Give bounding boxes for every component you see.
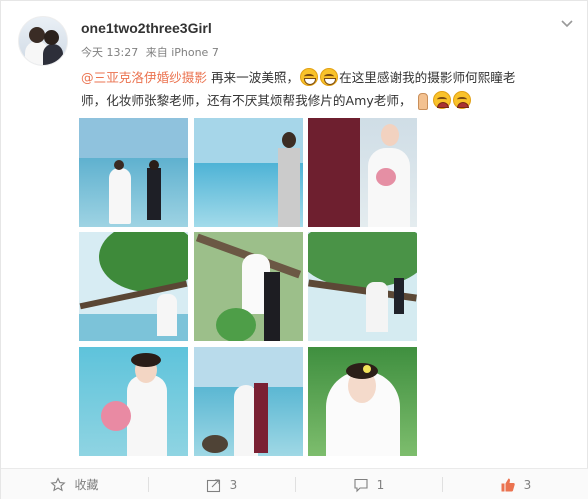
favorite-button[interactable]: 收藏 xyxy=(1,469,148,499)
tearful-face-emoji-icon xyxy=(432,91,451,109)
post-text-segment-2: 在这里感谢我的摄影师何熙瞳老 xyxy=(339,70,516,85)
post-time[interactable]: 今天 13:27 xyxy=(81,46,138,59)
wedding-photo-bride-portrait[interactable] xyxy=(308,347,417,456)
username-link[interactable]: one1two2three3Girl xyxy=(81,20,212,36)
thumbs-up-icon xyxy=(501,478,515,491)
favorite-label: 收藏 xyxy=(74,478,99,492)
mention-link[interactable]: @三亚克洛伊婚纱摄影 xyxy=(81,70,207,85)
share-button[interactable]: 3 xyxy=(148,469,295,499)
post-text-segment-1: 再来一波美照， xyxy=(206,70,300,85)
tearful-face-emoji-icon xyxy=(452,91,471,109)
praying-hands-emoji-icon xyxy=(413,91,431,110)
post-meta: 今天 13:27 来自 iPhone 7 xyxy=(81,44,223,60)
grinning-face-emoji-icon xyxy=(320,68,339,86)
wedding-photo-tree-couple[interactable] xyxy=(79,232,188,341)
like-button[interactable]: 3 xyxy=(442,469,588,499)
photo-grid xyxy=(79,118,418,456)
share-count: 3 xyxy=(229,477,238,492)
post-source: 来自 iPhone 7 xyxy=(145,46,219,59)
post-text: @三亚克洛伊婚纱摄影 再来一波美照， 在这里感谢我的摄影师何熙瞳老 师，化妆师张黎… xyxy=(81,66,576,112)
comment-count: 1 xyxy=(376,477,385,492)
star-icon xyxy=(50,476,67,491)
share-icon xyxy=(206,478,220,492)
wedding-photo-groom-seaside[interactable] xyxy=(194,118,303,227)
comment-icon xyxy=(354,478,368,492)
grinning-face-emoji-icon xyxy=(300,68,319,86)
wedding-photo-seaside-embrace[interactable] xyxy=(194,347,303,456)
wedding-photo-beach-couple[interactable] xyxy=(79,118,188,227)
chevron-down-icon[interactable] xyxy=(559,15,575,31)
post-text-segment-3: 师，化妆师张黎老师，还有不厌其烦帮我修片的Amy老师， xyxy=(81,93,412,108)
wedding-photo-tree-kiss[interactable] xyxy=(194,232,303,341)
weibo-post-card: one1two2three3Girl 今天 13:27 来自 iPhone 7 … xyxy=(0,0,588,499)
comment-button[interactable]: 1 xyxy=(295,469,442,499)
like-count: 3 xyxy=(523,477,532,492)
wedding-photo-tree-climb[interactable] xyxy=(308,232,417,341)
avatar[interactable] xyxy=(18,16,68,66)
action-bar: 收藏 3 1 3 xyxy=(1,468,588,499)
wedding-photo-bride-flowers[interactable] xyxy=(79,347,188,456)
wedding-photo-bride-bouquet[interactable] xyxy=(308,118,417,227)
